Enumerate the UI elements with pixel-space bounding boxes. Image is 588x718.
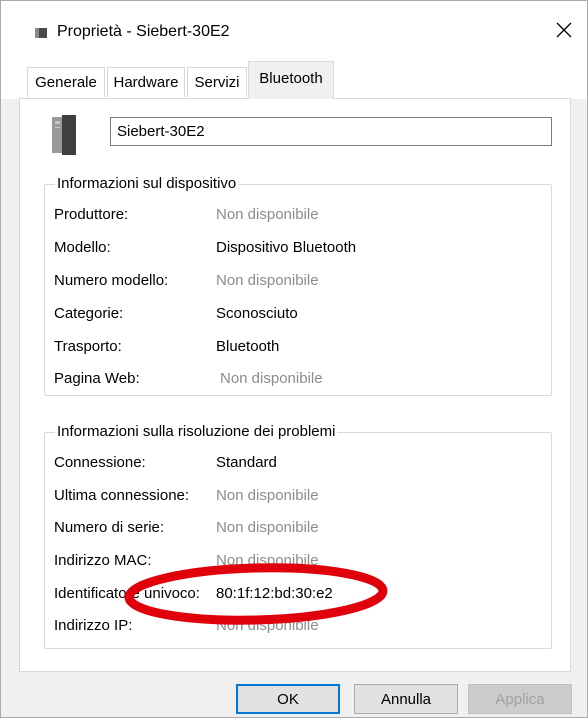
window-title: Proprietà - Siebert-30E2: [57, 23, 230, 40]
label-produttore: Produttore:: [54, 206, 129, 223]
apply-button[interactable]: Applica: [468, 684, 572, 714]
tab-bluetooth[interactable]: Bluetooth: [248, 61, 334, 99]
value-connessione: Standard: [216, 454, 277, 471]
value-indirizzo-mac: Non disponibile: [216, 552, 319, 569]
tab-servizi[interactable]: Servizi: [187, 67, 247, 97]
troubleshooting-title: Informazioni sulla risoluzione dei probl…: [55, 422, 338, 442]
value-ultima-connessione: Non disponibile: [216, 487, 319, 504]
value-trasporto: Bluetooth: [216, 338, 280, 355]
label-ultima-connessione: Ultima connessione:: [54, 487, 190, 504]
device-icon: [35, 28, 47, 38]
label-pagina-web: Pagina Web:: [54, 370, 140, 387]
device-name-field[interactable]: [110, 117, 552, 146]
value-numero-di-serie: Non disponibile: [216, 519, 319, 536]
tab-generale[interactable]: Generale: [27, 67, 105, 97]
label-indirizzo-ip: Indirizzo IP:: [54, 617, 133, 634]
label-modello: Modello:: [54, 239, 111, 256]
label-numero-modello: Numero modello:: [54, 272, 169, 289]
value-numero-modello: Non disponibile: [216, 272, 319, 289]
value-modello: Dispositivo Bluetooth: [216, 239, 357, 256]
value-indirizzo-ip: Non disponibile: [216, 617, 319, 634]
cancel-button[interactable]: Annulla: [354, 684, 458, 714]
value-identificatore-univoco: 80:1f:12:bd:30:e2: [216, 585, 333, 602]
close-button[interactable]: [541, 7, 587, 53]
label-connessione: Connessione:: [54, 454, 146, 471]
value-produttore: Non disponibile: [216, 206, 319, 223]
label-trasporto: Trasporto:: [54, 338, 122, 355]
value-pagina-web: Non disponibile: [220, 370, 323, 387]
device-info-title: Informazioni sul dispositivo: [55, 174, 239, 194]
value-categorie: Sconosciuto: [216, 305, 298, 322]
tab-hardware[interactable]: Hardware: [107, 67, 185, 97]
label-indirizzo-mac: Indirizzo MAC:: [54, 552, 152, 569]
bluetooth-device-icon: [52, 115, 76, 155]
title-bar: Proprietà - Siebert-30E2: [1, 1, 587, 59]
label-identificatore-univoco: Identificatore univoco:: [54, 585, 200, 602]
ok-button[interactable]: OK: [236, 684, 340, 714]
close-icon: [556, 22, 572, 38]
label-categorie: Categorie:: [54, 305, 124, 322]
label-numero-di-serie: Numero di serie:: [54, 519, 165, 536]
tab-strip: Generale Hardware Servizi Bluetooth: [1, 59, 587, 99]
